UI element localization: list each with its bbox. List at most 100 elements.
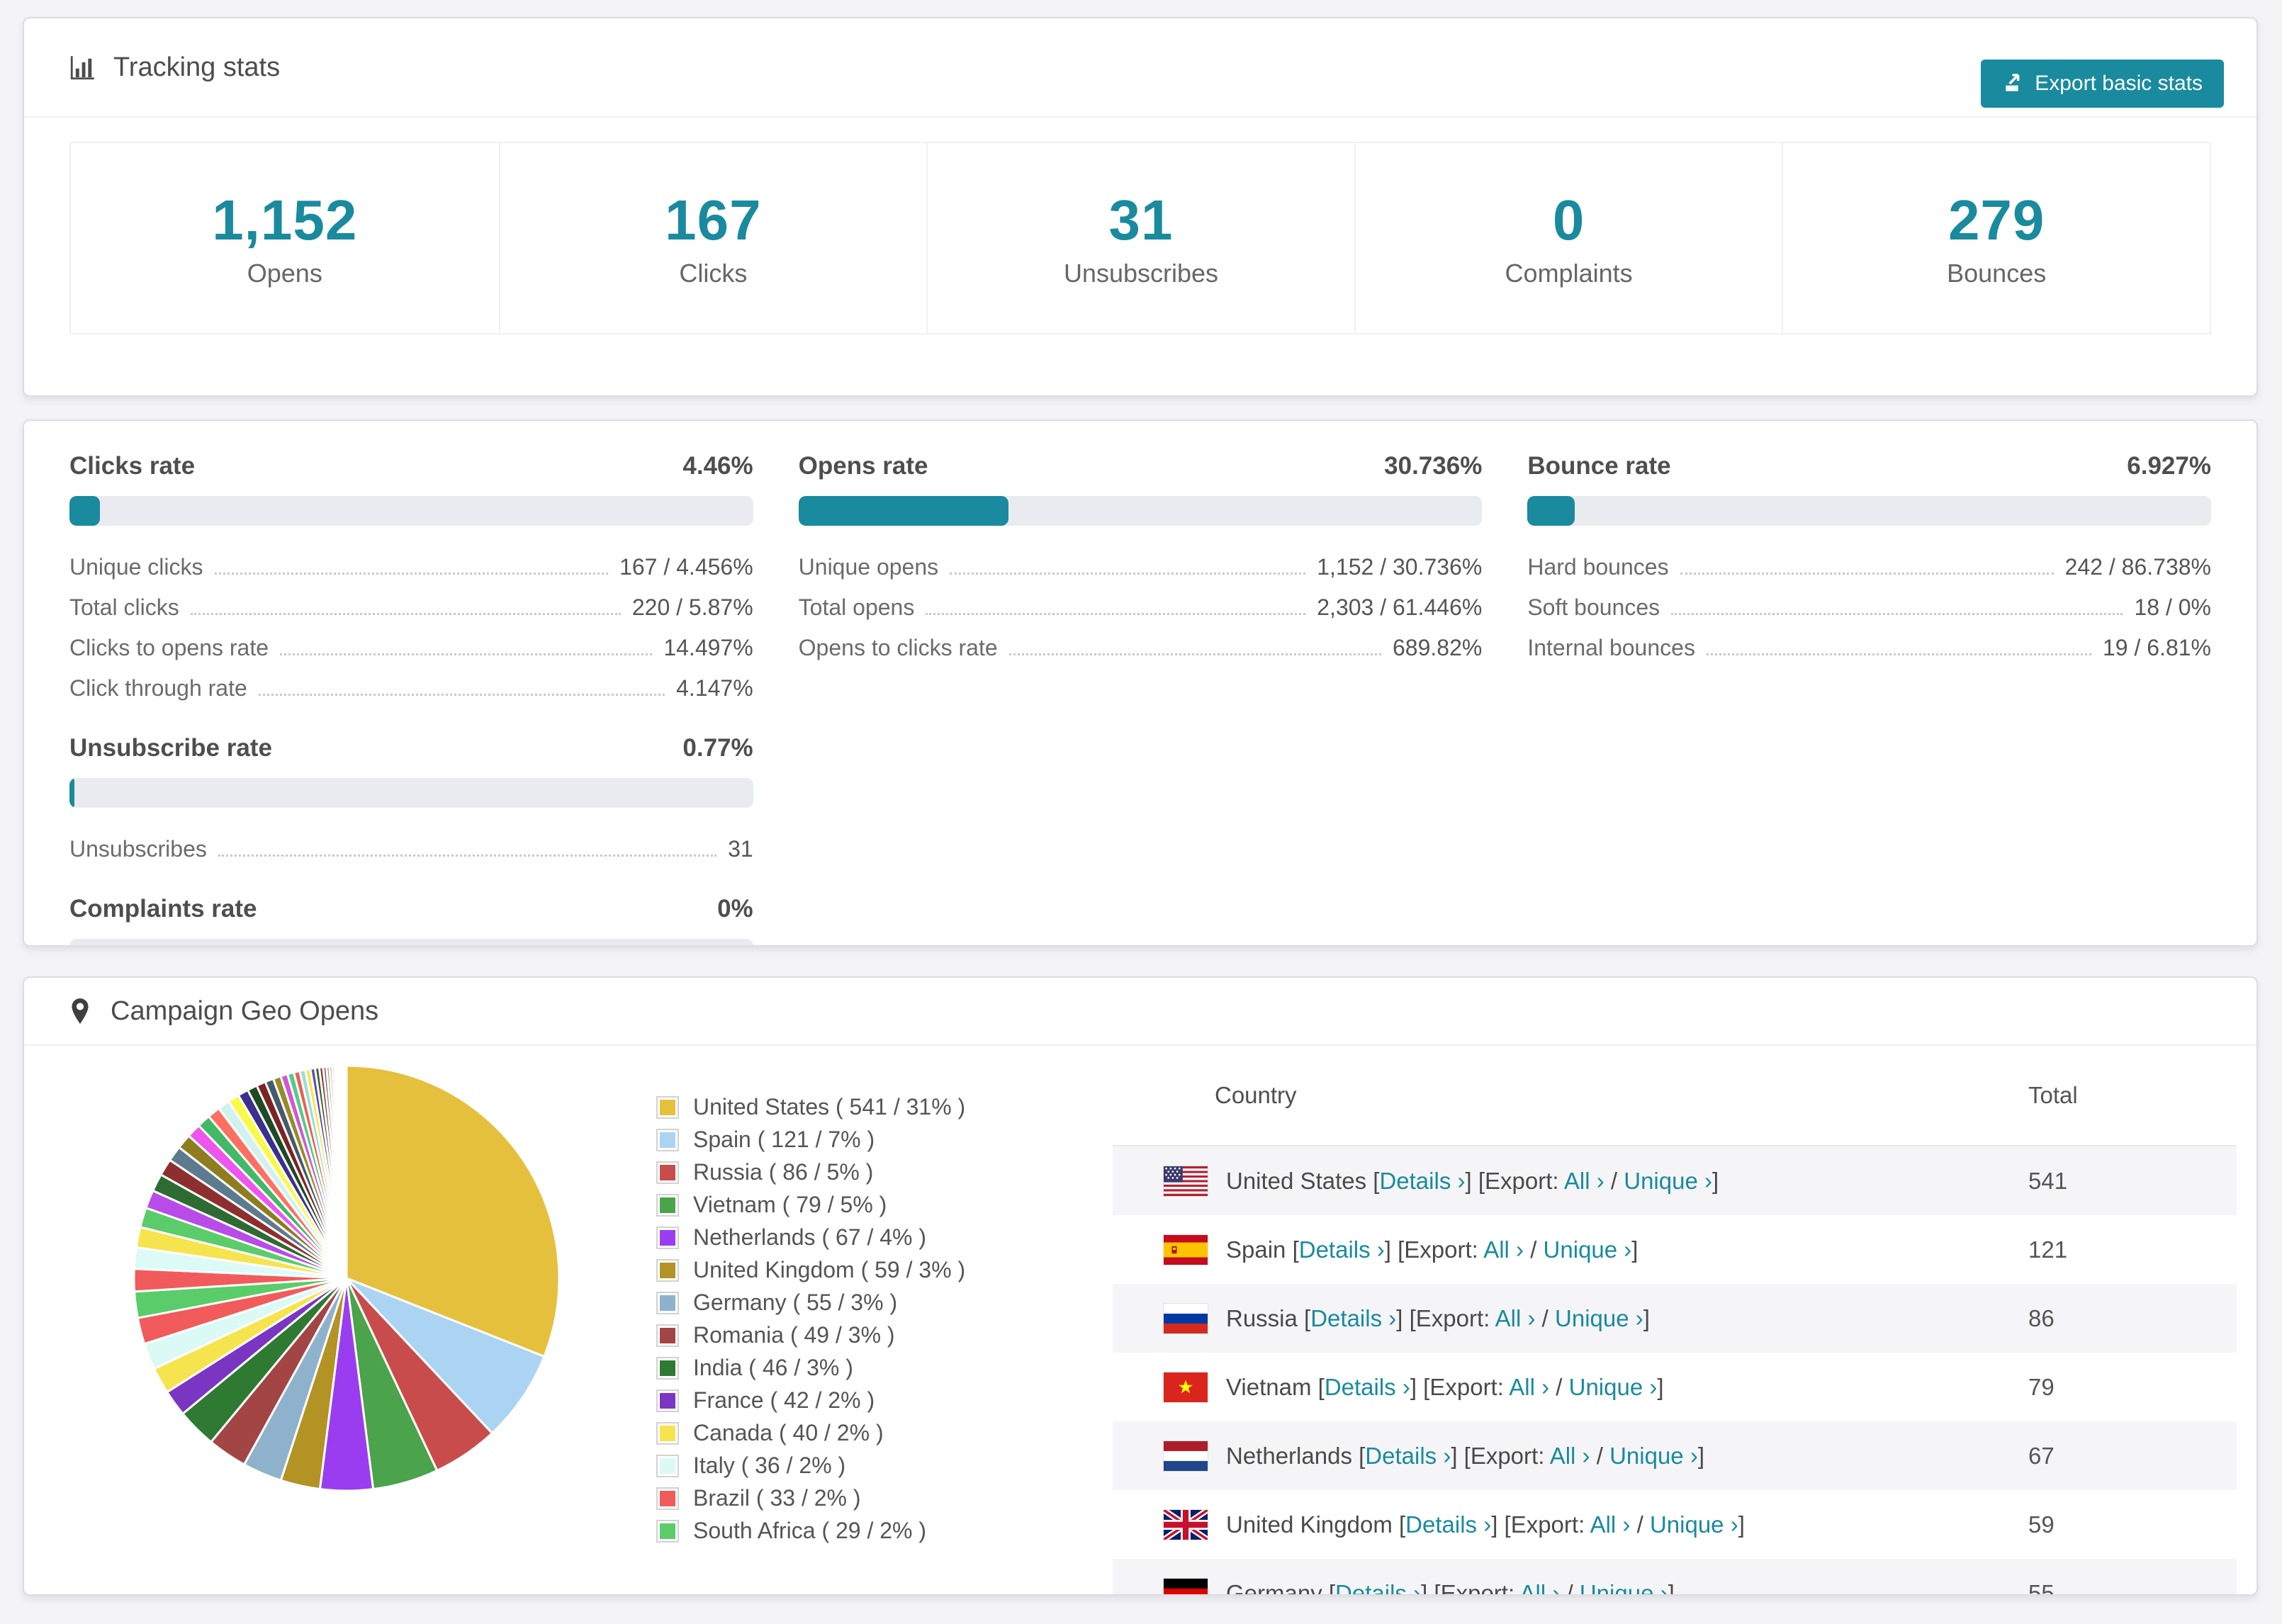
export-all-link[interactable]: All › [1550,1443,1590,1469]
rate-detail-row: Hard bounces 242 / 86.738% [1527,544,2211,585]
legend-label: Russia ( 86 / 5% ) [693,1159,874,1185]
rate-title-row: Unsubscribe rate 0.77% [69,731,753,765]
details-link[interactable]: Details › [1299,1236,1385,1263]
legend-swatch [656,1519,679,1543]
geo-row-country-cell: Vietnam [Details ›] [Export: All › / Uni… [1113,1372,2028,1402]
rates-grid: Clicks rate 4.46% Unique clicks 167 / 4.456… [69,449,2211,945]
summary-stats-row: 1,152 Opens 167 Clicks 31 Unsubscribes 0 Compla… [69,142,2211,334]
export-unique-link[interactable]: Unique › [1569,1374,1658,1400]
rate-block-clicks-rate: Clicks rate 4.46% Unique clicks 167 / 4.456… [69,449,753,706]
summary-stat-value: 31 [1108,188,1174,252]
geo-pie-svg [133,1064,561,1492]
legend-item-south-africa: South Africa ( 29 / 2% ) [656,1518,965,1544]
details-link[interactable]: Details › [1325,1374,1410,1400]
export-unique-link[interactable]: Unique › [1555,1305,1643,1331]
export-unique-link[interactable]: Unique › [1609,1443,1698,1469]
details-link[interactable]: Details › [1379,1168,1465,1194]
legend-label: Netherlands ( 67 / 4% ) [693,1224,927,1250]
summary-stat-complaints: 0 Complaints [1354,143,1782,333]
rate-detail-value: 2,303 / 61.446% [1317,594,1483,620]
export-all-link[interactable]: All › [1590,1511,1631,1538]
export-unique-link[interactable]: Unique › [1624,1168,1712,1194]
country-name: Russia [1226,1304,1305,1331]
details-link[interactable]: Details › [1335,1580,1421,1595]
rate-progress-bar [69,496,753,526]
geo-opens-header: Campaign Geo Opens [24,978,2256,1046]
legend-swatch-color [660,1132,675,1148]
summary-stat-value: 0 [1552,188,1585,252]
export-unique-link[interactable]: Unique › [1650,1511,1738,1538]
geo-row-country-text: Germany [Details ›] [Export: All › / Uni… [1226,1580,1675,1595]
export-all-link[interactable]: All › [1519,1580,1560,1595]
summary-stat-label: Bounces [1947,259,2047,288]
rate-detail-row: Unique opens 1,152 / 30.736% [799,544,1483,585]
legend-swatch-color [660,1229,675,1246]
legend-swatch [656,1161,679,1184]
summary-stat-value: 167 [665,188,762,252]
export-all-link[interactable]: All › [1564,1168,1604,1194]
dotted-leader [926,613,1306,615]
dotted-leader [1008,653,1381,655]
dotted-leader [1671,613,2123,615]
legend-label: Brazil ( 33 / 2% ) [693,1485,861,1511]
rate-detail-row: Opens to clicks rate 689.82% [799,625,1483,665]
legend-swatch-color [660,1523,675,1539]
rate-detail-row: Internal bounces 19 / 6.81% [1527,625,2211,665]
rate-progress-fill [69,778,75,808]
rate-detail-value: 689.82% [1393,635,1483,660]
legend-label: Spain ( 121 / 7% ) [693,1127,875,1152]
geo-table-header-country: Country [1215,1082,1297,1108]
legend-item-italy: Italy ( 36 / 2% ) [656,1453,965,1479]
legend-label: France ( 42 / 2% ) [693,1387,875,1413]
geo-table: Country Total United States [Details ›] … [1113,1046,2237,1595]
geo-table-row-ru: Russia [Details ›] [Export: All › / Uniq… [1113,1284,2237,1353]
dotted-leader [190,613,621,615]
dotted-leader [280,653,653,655]
geo-row-country-text: United Kingdom [Details ›] [Export: All … [1226,1511,1745,1538]
rate-detail-label: Opens to clicks rate [798,635,998,660]
export-all-link[interactable]: All › [1483,1236,1524,1263]
rate-detail-label: Clicks to opens rate [69,635,269,660]
legend-label: Germany ( 55 / 3% ) [693,1290,898,1315]
rate-detail-row: Total opens 2,303 / 61.446% [799,585,1483,625]
rate-progress-bar [69,939,753,945]
details-link[interactable]: Details › [1365,1443,1451,1469]
legend-swatch [656,1226,679,1249]
legend-swatch-color [660,1262,675,1278]
rate-progress-fill [798,496,1009,526]
rate-block-unsubscribe-rate: Unsubscribe rate 0.77% Unsubscribes 31 [69,731,753,867]
tracking-stats-header: Tracking stats [24,18,2256,118]
geo-table-row-vn: Vietnam [Details ›] [Export: All › / Uni… [1113,1353,2237,1421]
legend-item-france: France ( 42 / 2% ) [656,1387,965,1414]
legend-label: Italy ( 36 / 2% ) [693,1453,846,1478]
geo-row-country-cell: Spain [Details ›] [Export: All › / Uniqu… [1113,1234,2028,1265]
rate-progress-bar [69,778,753,808]
export-all-link[interactable]: All › [1495,1305,1536,1331]
legend-item-russia: Russia ( 86 / 5% ) [656,1159,965,1185]
details-link[interactable]: Details › [1310,1305,1396,1331]
export-unique-link[interactable]: Unique › [1580,1580,1668,1595]
flag-de [1164,1578,1208,1594]
summary-stat-opens: 1,152 Opens [71,143,499,333]
flag-ru [1164,1303,1208,1333]
geo-row-country-text: Spain [Details ›] [Export: All › / Uniqu… [1226,1236,1639,1263]
legend-swatch [656,1258,679,1282]
legend-item-india: India ( 46 / 3% ) [656,1355,965,1381]
rate-detail-label: Hard bounces [1527,554,1669,580]
legend-label: United States ( 541 / 31% ) [693,1094,966,1120]
export-icon [2006,74,2020,91]
rate-value: 0% [717,895,753,923]
details-link[interactable]: Details › [1405,1511,1491,1538]
legend-label: United Kingdom ( 59 / 3% ) [693,1257,966,1282]
geo-row-country-cell: Netherlands [Details ›] [Export: All › /… [1113,1440,2028,1471]
legend-item-vietnam: Vietnam ( 79 / 5% ) [656,1192,965,1218]
country-name: United States [1226,1167,1373,1194]
export-unique-link[interactable]: Unique › [1544,1236,1632,1263]
export-basic-stats-button[interactable]: Export basic stats [1981,60,2224,108]
rate-detail-row: Total clicks 220 / 5.87% [69,585,753,625]
rate-detail-label: Unsubscribes [69,836,207,862]
export-all-link[interactable]: All › [1509,1374,1549,1400]
rate-detail-value: 220 / 5.87% [631,594,753,620]
legend-swatch-color [660,1425,675,1441]
rate-detail-rows: Unique clicks 167 / 4.456% Total clicks 220… [69,544,753,706]
